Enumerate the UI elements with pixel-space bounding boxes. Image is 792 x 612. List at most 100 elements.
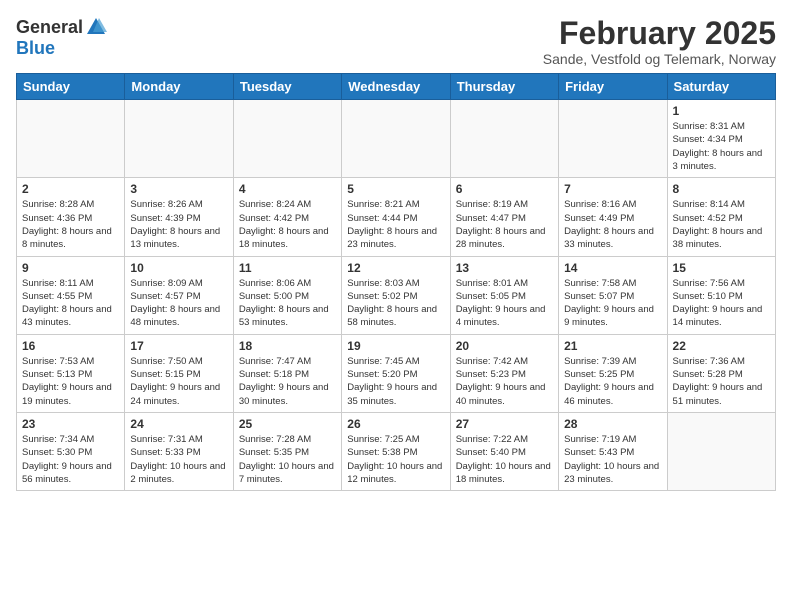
- day-number: 25: [239, 417, 336, 431]
- day-info: Sunrise: 8:14 AM Sunset: 4:52 PM Dayligh…: [673, 198, 770, 251]
- calendar-cell: 24 Sunrise: 7:31 AM Sunset: 5:33 PM Dayli…: [125, 412, 233, 490]
- month-title: February 2025: [543, 16, 776, 51]
- day-number: 2: [22, 182, 119, 196]
- day-number: 10: [130, 261, 227, 275]
- location-title: Sande, Vestfold og Telemark, Norway: [543, 51, 776, 67]
- day-info: Sunrise: 7:36 AM Sunset: 5:28 PM Dayligh…: [673, 355, 770, 408]
- day-info: Sunrise: 8:01 AM Sunset: 5:05 PM Dayligh…: [456, 277, 553, 330]
- day-number: 16: [22, 339, 119, 353]
- day-number: 9: [22, 261, 119, 275]
- day-info: Sunrise: 7:28 AM Sunset: 5:35 PM Dayligh…: [239, 433, 336, 486]
- day-info: Sunrise: 7:25 AM Sunset: 5:38 PM Dayligh…: [347, 433, 444, 486]
- day-info: Sunrise: 7:50 AM Sunset: 5:15 PM Dayligh…: [130, 355, 227, 408]
- day-number: 22: [673, 339, 770, 353]
- day-number: 17: [130, 339, 227, 353]
- day-number: 6: [456, 182, 553, 196]
- day-info: Sunrise: 7:39 AM Sunset: 5:25 PM Dayligh…: [564, 355, 661, 408]
- day-number: 20: [456, 339, 553, 353]
- day-info: Sunrise: 8:31 AM Sunset: 4:34 PM Dayligh…: [673, 120, 770, 173]
- day-info: Sunrise: 7:19 AM Sunset: 5:43 PM Dayligh…: [564, 433, 661, 486]
- weekday-header-saturday: Saturday: [667, 74, 775, 100]
- weekday-header-monday: Monday: [125, 74, 233, 100]
- day-info: Sunrise: 8:28 AM Sunset: 4:36 PM Dayligh…: [22, 198, 119, 251]
- title-block: February 2025 Sande, Vestfold og Telemar…: [543, 16, 776, 67]
- calendar-cell: 8 Sunrise: 8:14 AM Sunset: 4:52 PM Daylig…: [667, 178, 775, 256]
- day-info: Sunrise: 7:22 AM Sunset: 5:40 PM Dayligh…: [456, 433, 553, 486]
- weekday-header-thursday: Thursday: [450, 74, 558, 100]
- calendar-cell: [233, 100, 341, 178]
- day-number: 4: [239, 182, 336, 196]
- calendar-cell: [559, 100, 667, 178]
- day-info: Sunrise: 8:26 AM Sunset: 4:39 PM Dayligh…: [130, 198, 227, 251]
- calendar-week-row: 1 Sunrise: 8:31 AM Sunset: 4:34 PM Daylig…: [17, 100, 776, 178]
- calendar-cell: 21 Sunrise: 7:39 AM Sunset: 5:25 PM Dayli…: [559, 334, 667, 412]
- day-number: 14: [564, 261, 661, 275]
- day-number: 24: [130, 417, 227, 431]
- day-info: Sunrise: 7:31 AM Sunset: 5:33 PM Dayligh…: [130, 433, 227, 486]
- calendar-table: SundayMondayTuesdayWednesdayThursdayFrid…: [16, 73, 776, 491]
- day-info: Sunrise: 8:11 AM Sunset: 4:55 PM Dayligh…: [22, 277, 119, 330]
- logo-general-text: General: [16, 17, 83, 38]
- day-info: Sunrise: 8:06 AM Sunset: 5:00 PM Dayligh…: [239, 277, 336, 330]
- calendar-cell: 5Sunrise: 8:21 AM Sunset: 4:44 PM Daylig…: [342, 178, 450, 256]
- day-number: 5: [347, 182, 444, 196]
- weekday-header-wednesday: Wednesday: [342, 74, 450, 100]
- calendar-week-row: 23 Sunrise: 7:34 AM Sunset: 5:30 PM Dayli…: [17, 412, 776, 490]
- calendar-cell: 26 Sunrise: 7:25 AM Sunset: 5:38 PM Dayli…: [342, 412, 450, 490]
- day-info: Sunrise: 7:47 AM Sunset: 5:18 PM Dayligh…: [239, 355, 336, 408]
- calendar-week-row: 16 Sunrise: 7:53 AM Sunset: 5:13 PM Dayli…: [17, 334, 776, 412]
- day-number: 8: [673, 182, 770, 196]
- day-number: 28: [564, 417, 661, 431]
- calendar-cell: 1 Sunrise: 8:31 AM Sunset: 4:34 PM Daylig…: [667, 100, 775, 178]
- calendar-cell: 10 Sunrise: 8:09 AM Sunset: 4:57 PM Dayli…: [125, 256, 233, 334]
- calendar-week-row: 2 Sunrise: 8:28 AM Sunset: 4:36 PM Daylig…: [17, 178, 776, 256]
- calendar-cell: 4 Sunrise: 8:24 AM Sunset: 4:42 PM Daylig…: [233, 178, 341, 256]
- calendar-cell: [667, 412, 775, 490]
- day-number: 3: [130, 182, 227, 196]
- calendar-cell: [17, 100, 125, 178]
- day-info: Sunrise: 7:45 AM Sunset: 5:20 PM Dayligh…: [347, 355, 444, 408]
- page-header: General Blue February 2025 Sande, Vestfo…: [16, 16, 776, 67]
- day-number: 18: [239, 339, 336, 353]
- calendar-cell: 2 Sunrise: 8:28 AM Sunset: 4:36 PM Daylig…: [17, 178, 125, 256]
- day-number: 19: [347, 339, 444, 353]
- calendar-cell: 20 Sunrise: 7:42 AM Sunset: 5:23 PM Dayli…: [450, 334, 558, 412]
- calendar-week-row: 9 Sunrise: 8:11 AM Sunset: 4:55 PM Daylig…: [17, 256, 776, 334]
- day-number: 21: [564, 339, 661, 353]
- day-info: Sunrise: 8:03 AM Sunset: 5:02 PM Dayligh…: [347, 277, 444, 330]
- calendar-cell: [450, 100, 558, 178]
- logo-blue-text: Blue: [16, 38, 55, 59]
- calendar-cell: 7Sunrise: 8:16 AM Sunset: 4:49 PM Daylig…: [559, 178, 667, 256]
- day-info: Sunrise: 8:24 AM Sunset: 4:42 PM Dayligh…: [239, 198, 336, 251]
- calendar-cell: 18 Sunrise: 7:47 AM Sunset: 5:18 PM Dayli…: [233, 334, 341, 412]
- day-info: Sunrise: 7:53 AM Sunset: 5:13 PM Dayligh…: [22, 355, 119, 408]
- calendar-cell: 23 Sunrise: 7:34 AM Sunset: 5:30 PM Dayli…: [17, 412, 125, 490]
- weekday-header-tuesday: Tuesday: [233, 74, 341, 100]
- calendar-cell: 25 Sunrise: 7:28 AM Sunset: 5:35 PM Dayli…: [233, 412, 341, 490]
- calendar-cell: [342, 100, 450, 178]
- day-number: 12: [347, 261, 444, 275]
- calendar-cell: 12 Sunrise: 8:03 AM Sunset: 5:02 PM Dayli…: [342, 256, 450, 334]
- weekday-header-row: SundayMondayTuesdayWednesdayThursdayFrid…: [17, 74, 776, 100]
- calendar-cell: 9 Sunrise: 8:11 AM Sunset: 4:55 PM Daylig…: [17, 256, 125, 334]
- day-number: 27: [456, 417, 553, 431]
- logo: General Blue: [16, 16, 107, 59]
- calendar-cell: 19 Sunrise: 7:45 AM Sunset: 5:20 PM Dayli…: [342, 334, 450, 412]
- calendar-cell: 17 Sunrise: 7:50 AM Sunset: 5:15 PM Dayli…: [125, 334, 233, 412]
- day-info: Sunrise: 8:09 AM Sunset: 4:57 PM Dayligh…: [130, 277, 227, 330]
- calendar-cell: 6 Sunrise: 8:19 AM Sunset: 4:47 PM Daylig…: [450, 178, 558, 256]
- calendar-cell: 15Sunrise: 7:56 AM Sunset: 5:10 PM Dayli…: [667, 256, 775, 334]
- day-info: Sunrise: 7:42 AM Sunset: 5:23 PM Dayligh…: [456, 355, 553, 408]
- day-number: 7: [564, 182, 661, 196]
- day-number: 11: [239, 261, 336, 275]
- calendar-cell: [125, 100, 233, 178]
- calendar-cell: 28 Sunrise: 7:19 AM Sunset: 5:43 PM Dayli…: [559, 412, 667, 490]
- day-info: Sunrise: 7:34 AM Sunset: 5:30 PM Dayligh…: [22, 433, 119, 486]
- day-info: Sunrise: 8:19 AM Sunset: 4:47 PM Dayligh…: [456, 198, 553, 251]
- day-number: 26: [347, 417, 444, 431]
- day-number: 23: [22, 417, 119, 431]
- calendar-cell: 11 Sunrise: 8:06 AM Sunset: 5:00 PM Dayli…: [233, 256, 341, 334]
- calendar-cell: 14Sunrise: 7:58 AM Sunset: 5:07 PM Dayli…: [559, 256, 667, 334]
- day-info: Sunrise: 7:56 AM Sunset: 5:10 PM Dayligh…: [673, 277, 770, 330]
- day-number: 1: [673, 104, 770, 118]
